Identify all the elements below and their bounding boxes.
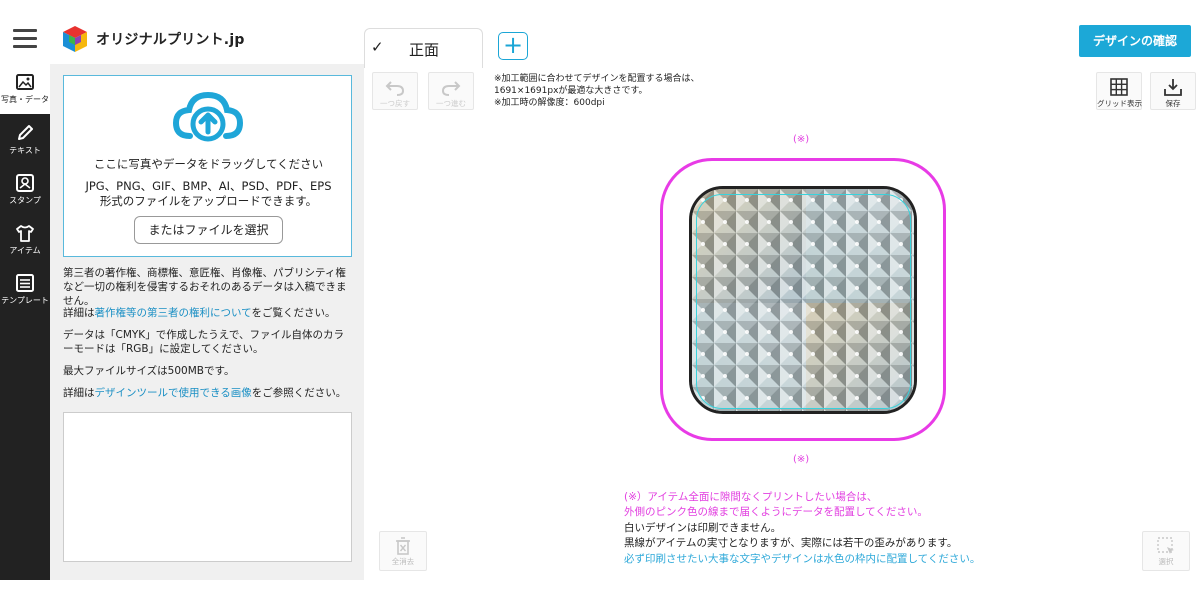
pen-icon [18,125,33,140]
download-icon [1164,79,1182,96]
select-file-button[interactable]: またはファイルを選択 [134,216,283,244]
sidebar-item-label: テンプレート [1,296,49,305]
sidebar-item-label: スタンプ [9,196,41,205]
add-side-button[interactable]: + [498,32,528,60]
drag-instruction: ここに写真やデータをドラッグしてください [93,157,324,171]
cube-logo-icon [63,26,87,52]
print-guidelines: (※）アイテム全面に隙間なくプリントしたい場合は、 外側のピンク色の線まで届くよ… [624,490,980,567]
info-line: ※加工時の解像度：600dpi [494,98,605,108]
info-line: ※加工範囲に合わせてデザインを配置する場合は、 [494,74,700,84]
top-header: オリジナルプリント.jp ✓ 正面 + デザインの確認 [0,20,1200,68]
template-list-icon [16,274,34,292]
select-label: 選択 [1158,557,1174,566]
sidebar-item-label: アイテム [9,246,41,255]
undo-label: 一つ戻す [380,99,410,108]
logo-text: オリジナルプリント.jp [96,32,245,48]
select-button[interactable]: 選択 [1142,531,1190,571]
tool-image-detail: 詳細はデザインツールで使用できる画像をご参照ください。 [63,386,353,400]
rights-detail-prefix: 詳細は [63,307,95,319]
tab-front[interactable]: ✓ 正面 [364,28,483,68]
checkmark-icon: ✓ [371,38,384,56]
site-logo[interactable]: オリジナルプリント.jp [60,24,245,54]
sidebar-item-item[interactable]: アイテム [0,215,50,265]
save-label: 保存 [1165,99,1181,108]
supported-formats-suffix: 形式のファイルをアップロードできます。 [99,194,318,208]
selection-icon [1157,537,1174,554]
bleed-mark-bottom: (※) [793,454,810,465]
bleed-mark-top: (※) [793,134,810,145]
upload-dropzone[interactable]: ここに写真やデータをドラッグしてください JPG、PNG、GIF、BMP、AI、… [63,75,352,257]
redo-icon [441,81,461,96]
design-info: ※加工範囲に合わせてデザインを配置する場合は、 1691×1691pxが最適な大… [494,73,700,109]
tshirt-icon [16,225,34,242]
guideline-line: (※）アイテム全面に隙間なくプリントしたい場合は、 [624,491,878,503]
cmyk-note: データは「CMYK」で作成したうえで、ファイル自体のカラーモードは「RGB」に設… [63,329,344,355]
sidebar-item-stamp[interactable]: スタンプ [0,165,50,215]
grid-icon [1110,78,1128,96]
sidebar-item-template[interactable]: テンプレート [0,265,50,315]
redo-button[interactable]: 一つ進む [428,72,474,110]
design-canvas: 一つ戻す 一つ進む ※加工範囲に合わせてデザインを配置する場合は、 1691×1… [364,64,1200,580]
info-line: 1691×1691pxが最適な大きさです。 [494,86,648,96]
tool-detail-suffix: をご参照ください。 [251,387,347,399]
image-icon [16,74,34,90]
guideline-line: 必ず印刷させたい大事な文字やデザインは水色の枠内に配置してください。 [624,552,981,565]
clear-all-button[interactable]: 全消去 [379,531,427,571]
third-party-rights-link[interactable]: 著作権等の第三者の権利について [95,307,252,319]
usable-images-link[interactable]: デザインツールで使用できる画像 [95,387,252,399]
guideline-line: 外側のピンク色の線まで届くようにデータを配置してください。 [624,506,928,519]
clear-label: 全消去 [391,557,415,566]
undo-icon [385,81,405,96]
tab-label: 正面 [409,41,440,59]
rights-detail: 詳細は著作権等の第三者の権利についてをご覧ください。 [63,306,353,320]
guideline-line: 黒線がアイテムの実寸となりますが、実際には若干の歪みがあります。 [624,537,958,550]
cloud-upload-icon [172,91,244,142]
supported-formats: JPG、PNG、GIF、BMP、AI、PSD、PDF、EPS [85,179,332,193]
guideline-line: 白いデザインは印刷できません。 [624,521,782,534]
confirm-design-button[interactable]: デザインの確認 [1079,25,1191,57]
stamp-icon [16,174,34,192]
safe-area-outline [696,194,911,409]
hamburger-menu-icon[interactable] [13,29,37,49]
grid-label: グリッド表示 [1097,99,1142,108]
rights-detail-suffix: をご覧ください。 [251,307,336,319]
sidebar-item-label: テキスト [9,146,41,155]
tool-sidebar: 写真・データ テキスト スタンプ アイテム テンプレート [0,64,50,580]
save-button[interactable]: 保存 [1150,72,1196,110]
rights-note: 第三者の著作権、商標権、意匠権、肖像権、パブリシティ権など一切の権利を侵害するお… [63,267,347,307]
sidebar-item-photo-data[interactable]: 写真・データ [0,64,50,114]
trash-icon [396,537,410,555]
redo-label: 一つ進む [436,99,466,108]
upload-panel: ここに写真やデータをドラッグしてください JPG、PNG、GIF、BMP、AI、… [50,64,364,580]
max-size-note: 最大ファイルサイズは500MBです。 [63,365,235,377]
tool-detail-prefix: 詳細は [63,387,95,399]
sidebar-item-text[interactable]: テキスト [0,115,50,165]
uploaded-images-area [63,412,352,562]
sidebar-item-label: 写真・データ [1,95,49,104]
undo-button[interactable]: 一つ戻す [372,72,418,110]
grid-toggle-button[interactable]: グリッド表示 [1096,72,1142,110]
